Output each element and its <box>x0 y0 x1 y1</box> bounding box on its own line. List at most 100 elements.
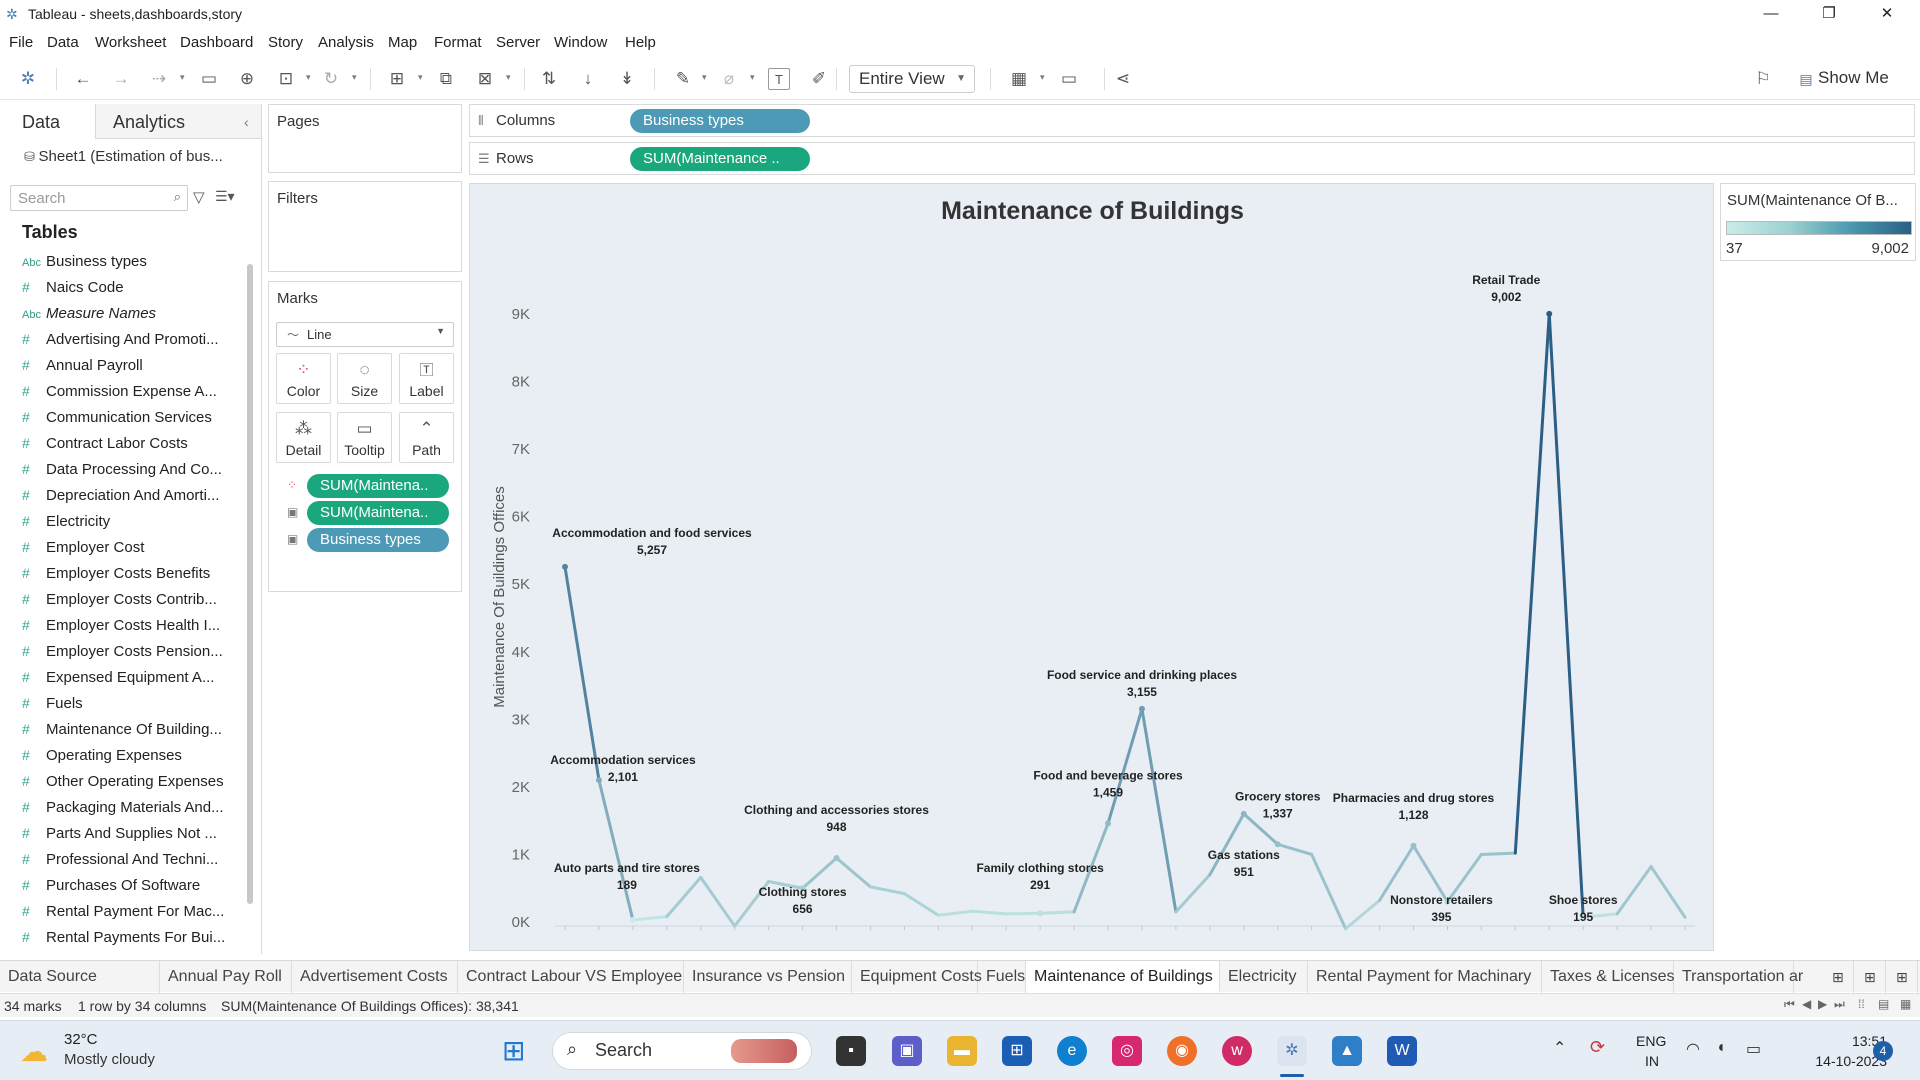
undo-icon[interactable]: ← <box>72 68 94 90</box>
sheet-tab[interactable]: Electricity <box>1220 961 1308 993</box>
show-mark-labels-icon[interactable]: T <box>768 68 790 90</box>
show-sheet-sorter-icon[interactable]: ⁞⁞ <box>1858 997 1865 1011</box>
field-search-input[interactable]: Search ⌕ <box>10 185 188 211</box>
redo-icon[interactable]: → <box>110 68 132 90</box>
sort-descending-icon[interactable]: ↡ <box>616 68 638 90</box>
line-chart[interactable]: 0K 1K 2K 3K 4K 5K 6K 7K 8K 9K Maintenance Of Build… <box>470 184 1715 952</box>
menu-help[interactable]: Help <box>625 34 656 51</box>
marks-pill-color[interactable]: SUM(Maintena.. <box>307 474 449 498</box>
rows-pill[interactable]: SUM(Maintenance .. <box>630 147 810 171</box>
rows-shelf[interactable]: ☰ Rows SUM(Maintenance .. <box>469 142 1915 175</box>
menu-file[interactable]: File <box>9 34 33 51</box>
field-item[interactable]: # Commission Expense A... <box>22 383 242 407</box>
share-icon[interactable]: ⋖ <box>1112 68 1134 90</box>
wifi-icon[interactable]: ◠ <box>1686 1039 1700 1059</box>
word-icon[interactable]: W <box>1387 1036 1417 1066</box>
tableau-home-icon[interactable]: ✲ <box>17 68 39 90</box>
field-item[interactable]: # Expensed Equipment A... <box>22 669 242 693</box>
new-datasource-icon[interactable]: ⊕ <box>236 68 258 90</box>
sync-icon[interactable]: ⟳ <box>1590 1037 1605 1058</box>
sheet-tab[interactable]: Rental Payment for Machinary <box>1308 961 1542 993</box>
restore-icon[interactable]: ❐ <box>1806 0 1852 28</box>
sheet-tab[interactable]: Transportation ar <box>1674 961 1803 993</box>
tray-overflow-icon[interactable]: ⌃ <box>1553 1038 1566 1058</box>
new-worksheet-icon[interactable]: ⊞ <box>386 68 408 90</box>
sheet-tab[interactable]: Maintenance of Buildings <box>1026 961 1220 993</box>
tray-region[interactable]: IN <box>1645 1053 1659 1069</box>
sheet-tab[interactable]: Annual Pay Roll <box>160 961 292 993</box>
marks-pill-label[interactable]: SUM(Maintena.. <box>307 501 449 525</box>
field-item[interactable]: # Communication Services <box>22 409 242 433</box>
save-icon[interactable]: ▭ <box>198 68 220 90</box>
mark-color-button[interactable]: ⁘ Color <box>276 353 331 404</box>
sheet-tab[interactable]: Contract Labour VS Employee <box>458 961 684 993</box>
menu-worksheet[interactable]: Worksheet <box>95 34 166 51</box>
collapse-pane-icon[interactable]: ‹ <box>244 114 249 130</box>
taskbar-search[interactable]: ⌕ Search <box>552 1032 812 1070</box>
store-icon[interactable]: ⊞ <box>1002 1036 1032 1066</box>
photos-icon[interactable]: ▲ <box>1332 1036 1362 1066</box>
sort-ascending-icon[interactable]: ↓ <box>577 68 599 90</box>
filter-icon[interactable]: ▽ <box>193 188 205 206</box>
windows-start-icon[interactable]: ⊞ <box>502 1034 525 1067</box>
field-item[interactable]: Abc Measure Names <box>22 305 242 329</box>
field-item[interactable]: # Naics Code <box>22 279 242 303</box>
field-item[interactable]: # Employer Costs Contrib... <box>22 591 242 615</box>
instagram-icon[interactable]: ◎ <box>1112 1036 1142 1066</box>
new-story-icon[interactable]: ⊞ <box>1888 961 1918 993</box>
fix-axes-icon[interactable]: ✐ <box>808 68 830 90</box>
field-item[interactable]: Abc Business types <box>22 253 242 277</box>
replay-icon[interactable]: ⇢ <box>148 68 170 90</box>
field-item[interactable]: # Electricity <box>22 513 242 537</box>
menu-data[interactable]: Data <box>47 34 79 51</box>
duplicate-sheet-icon[interactable]: ⧉ <box>435 68 457 90</box>
group-members-icon[interactable]: ⌀ <box>718 68 740 90</box>
field-item[interactable]: # Rental Payments For Bui... <box>22 929 242 953</box>
mark-label-button[interactable]: 🅃 Label <box>399 353 454 404</box>
color-legend[interactable]: SUM(Maintenance Of B... 37 9,002 <box>1720 183 1916 261</box>
show-me-button[interactable]: Show Me <box>1818 68 1889 88</box>
show-cards-icon[interactable]: ▦ <box>1008 68 1030 90</box>
show-tabs-icon[interactable]: ▦ <box>1900 997 1911 1011</box>
tray-date[interactable]: 14-10-2023 <box>1788 1053 1887 1069</box>
field-item[interactable]: # Rental Payment For Mac... <box>22 903 242 927</box>
pause-updates-icon[interactable]: ⊡ <box>275 68 297 90</box>
field-item[interactable]: # Purchases Of Software <box>22 877 242 901</box>
firefox-icon[interactable]: ◉ <box>1167 1036 1197 1066</box>
task-view-icon[interactable]: ▪ <box>836 1036 866 1066</box>
swap-rows-columns-icon[interactable]: ⇅ <box>538 68 560 90</box>
file-explorer-icon[interactable]: ▬ <box>947 1036 977 1066</box>
field-item[interactable]: # Professional And Techni... <box>22 851 242 875</box>
mark-tooltip-button[interactable]: ▭ Tooltip <box>337 412 392 463</box>
first-sheet-icon[interactable]: ⏮ <box>1784 997 1795 1012</box>
field-item[interactable]: # Packaging Materials And... <box>22 799 242 823</box>
sheet-tab[interactable]: Advertisement Costs <box>292 961 458 993</box>
edge-icon[interactable]: e <box>1057 1036 1087 1066</box>
tab-data[interactable]: Data <box>22 112 60 133</box>
field-item[interactable]: # Advertising And Promoti... <box>22 331 242 355</box>
show-me-icon[interactable]: ▤ <box>1795 68 1817 90</box>
volume-icon[interactable]: ◖ <box>1716 1039 1726 1057</box>
sheet-tab[interactable]: Equipment Costs <box>852 961 982 993</box>
new-worksheet-icon[interactable]: ⊞ <box>1824 961 1854 993</box>
tab-analytics[interactable]: Analytics <box>113 112 185 133</box>
next-sheet-icon[interactable]: ▶ <box>1818 997 1827 1011</box>
field-item[interactable]: # Employer Costs Pension... <box>22 643 242 667</box>
fit-dropdown[interactable]: Entire View ▼ <box>849 65 975 93</box>
weather-desc[interactable]: Mostly cloudy <box>64 1051 155 1068</box>
field-item[interactable]: # Employer Costs Benefits <box>22 565 242 589</box>
mark-type-dropdown[interactable]: 〜 Line ▼ <box>276 322 454 347</box>
weather-icon[interactable]: ☁ <box>20 1035 48 1068</box>
menu-dashboard[interactable]: Dashboard <box>180 34 253 51</box>
field-item[interactable]: # Contract Labor Costs <box>22 435 242 459</box>
clear-sheet-icon[interactable]: ⊠ <box>474 68 496 90</box>
minimize-icon[interactable]: — <box>1748 0 1794 28</box>
menu-format[interactable]: Format <box>434 34 482 51</box>
new-dashboard-icon[interactable]: ⊞ <box>1856 961 1886 993</box>
pages-card[interactable]: Pages <box>268 104 462 173</box>
field-item[interactable]: # Data Processing And Co... <box>22 461 242 485</box>
highlight-icon[interactable]: ✎ <box>672 68 694 90</box>
prev-sheet-icon[interactable]: ◀ <box>1802 997 1811 1011</box>
field-item[interactable]: # Parts And Supplies Not ... <box>22 825 242 849</box>
field-item[interactable]: # Employer Costs Health I... <box>22 617 242 641</box>
